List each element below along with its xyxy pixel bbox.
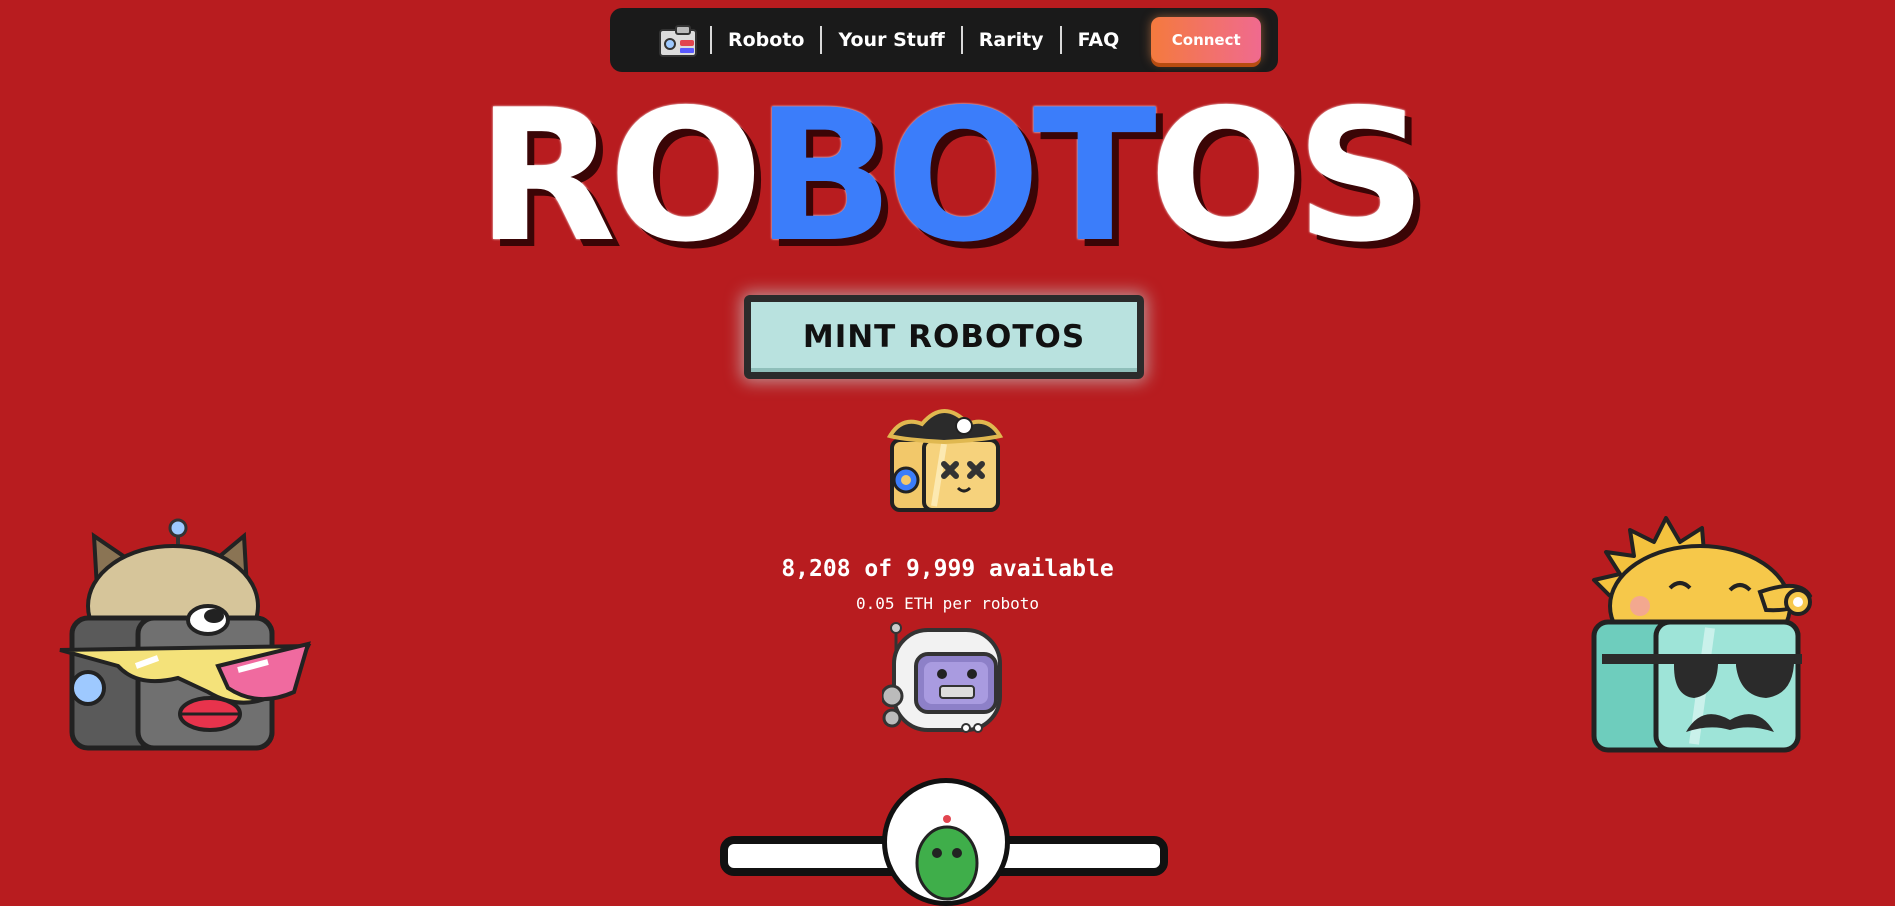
camera-robot-icon[interactable] <box>656 20 700 60</box>
title-letter: O <box>885 70 1041 282</box>
astronaut-robot-icon <box>882 622 1002 733</box>
green-robot-icon <box>915 815 979 901</box>
nav-link-your-stuff[interactable]: Your Stuff <box>822 29 960 51</box>
title-letter: S <box>1295 70 1427 282</box>
connect-button[interactable]: Connect <box>1151 17 1262 63</box>
page-title: ROBOTOS <box>0 70 1895 282</box>
pirate-robot-icon <box>886 409 1004 512</box>
bottom-avatar-circle <box>882 778 1010 906</box>
sun-robot-icon <box>1591 516 1813 753</box>
title-letter: O <box>608 70 764 282</box>
nav-link-faq[interactable]: FAQ <box>1062 29 1136 51</box>
title-letter: O <box>1148 70 1304 282</box>
nav-link-rarity[interactable]: Rarity <box>963 29 1060 51</box>
title-letter: R <box>476 70 616 282</box>
title-letter: T <box>1032 70 1157 282</box>
top-nav: Roboto Your Stuff Rarity FAQ Connect <box>610 8 1278 72</box>
title-letter: B <box>755 70 894 282</box>
nav-link-roboto[interactable]: Roboto <box>712 29 820 51</box>
mint-button[interactable]: MINT ROBOTOS <box>744 295 1144 379</box>
dog-robot-icon <box>59 518 312 751</box>
